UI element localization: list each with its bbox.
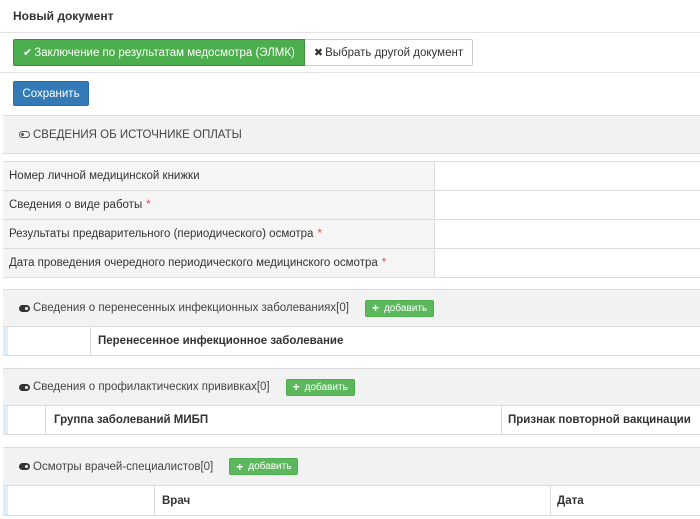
form-label: Результаты предварительного (периодическ… bbox=[3, 220, 435, 248]
toggle-icon[interactable] bbox=[19, 304, 30, 312]
exams-title: Осмотры врачей-специалистов[0] bbox=[33, 460, 214, 473]
plus-icon: + bbox=[236, 459, 244, 474]
page-title: Новый документ bbox=[13, 9, 114, 23]
toggle-icon[interactable] bbox=[19, 463, 30, 470]
column-header: Группа заболеваний МИБП bbox=[46, 406, 502, 434]
document-type-switch: ✔ Заключение по результатам медосмотра (… bbox=[13, 39, 474, 66]
form-label: Сведения о виде работы * bbox=[3, 191, 435, 219]
table-cell bbox=[8, 406, 46, 434]
page-header: Новый документ bbox=[0, 0, 700, 33]
infections-table-header: Перенесенное инфекционное заболевание bbox=[3, 327, 700, 356]
column-header: Врач bbox=[155, 486, 551, 515]
choose-other-document-button[interactable]: ✖ Выбрать другой документ bbox=[304, 39, 474, 66]
add-infection-button[interactable]: + добавить bbox=[364, 299, 435, 317]
form-label: Дата проведения очередного периодическог… bbox=[3, 249, 435, 277]
vaccinations-table-header: Группа заболеваний МИБП Признак повторно… bbox=[3, 406, 700, 435]
column-header: Признак повторной вакцинации bbox=[508, 414, 691, 426]
check-icon: ✔ bbox=[23, 47, 33, 59]
column-header: Дата bbox=[557, 494, 584, 507]
vaccinations-section: Сведения о профилактических прививках[0]… bbox=[3, 368, 700, 406]
form-row: Дата проведения очередного периодическог… bbox=[3, 249, 700, 278]
form-row: Номер личной медицинской книжки bbox=[3, 162, 700, 191]
exam-results-field[interactable] bbox=[435, 220, 700, 248]
exams-section: Осмотры врачей-специалистов[0] + добавить bbox=[3, 447, 700, 486]
infections-section: Сведения о перенесенных инфекционных заб… bbox=[3, 289, 700, 327]
table-cell bbox=[8, 327, 91, 355]
form-row: Сведения о виде работы * bbox=[3, 191, 700, 220]
form-table: Номер личной медицинской книжки Сведения… bbox=[3, 161, 700, 278]
save-button[interactable]: Сохранить bbox=[13, 81, 89, 106]
medical-book-number-field[interactable] bbox=[435, 162, 700, 190]
choose-other-document-label: Выбрать другой документ bbox=[325, 46, 464, 59]
table-cell bbox=[8, 486, 155, 515]
document-type-active-button[interactable]: ✔ Заключение по результатам медосмотра (… bbox=[13, 39, 305, 66]
vaccinations-title: Сведения о профилактических прививках[0] bbox=[33, 381, 270, 393]
toggle-icon[interactable] bbox=[19, 383, 30, 391]
document-type-active-label: Заключение по результатам медосмотра (ЭЛ… bbox=[34, 46, 295, 59]
plus-icon: + bbox=[371, 301, 379, 315]
column-header: Перенесенное инфекционное заболевание bbox=[98, 335, 344, 347]
form-row: Результаты предварительного (периодическ… bbox=[3, 220, 700, 249]
add-vaccination-button[interactable]: + добавить bbox=[285, 378, 355, 396]
next-exam-date-field[interactable] bbox=[435, 249, 700, 277]
payment-source-title: СВЕДЕНИЯ ОБ ИСТОЧНИКЕ ОПЛАТЫ bbox=[33, 128, 242, 141]
add-exam-button[interactable]: + добавить bbox=[229, 458, 299, 475]
toggle-icon[interactable] bbox=[19, 131, 30, 138]
exams-table-header: Врач Дата bbox=[3, 486, 700, 516]
form-label: Номер личной медицинской книжки bbox=[3, 162, 435, 190]
work-type-field[interactable] bbox=[435, 191, 700, 219]
close-icon: ✖ bbox=[313, 47, 324, 59]
plus-icon: + bbox=[292, 380, 300, 394]
payment-source-section[interactable]: СВЕДЕНИЯ ОБ ИСТОЧНИКЕ ОПЛАТЫ bbox=[3, 115, 700, 154]
divider bbox=[0, 72, 700, 73]
infections-title: Сведения о перенесенных инфекционных заб… bbox=[33, 302, 349, 314]
